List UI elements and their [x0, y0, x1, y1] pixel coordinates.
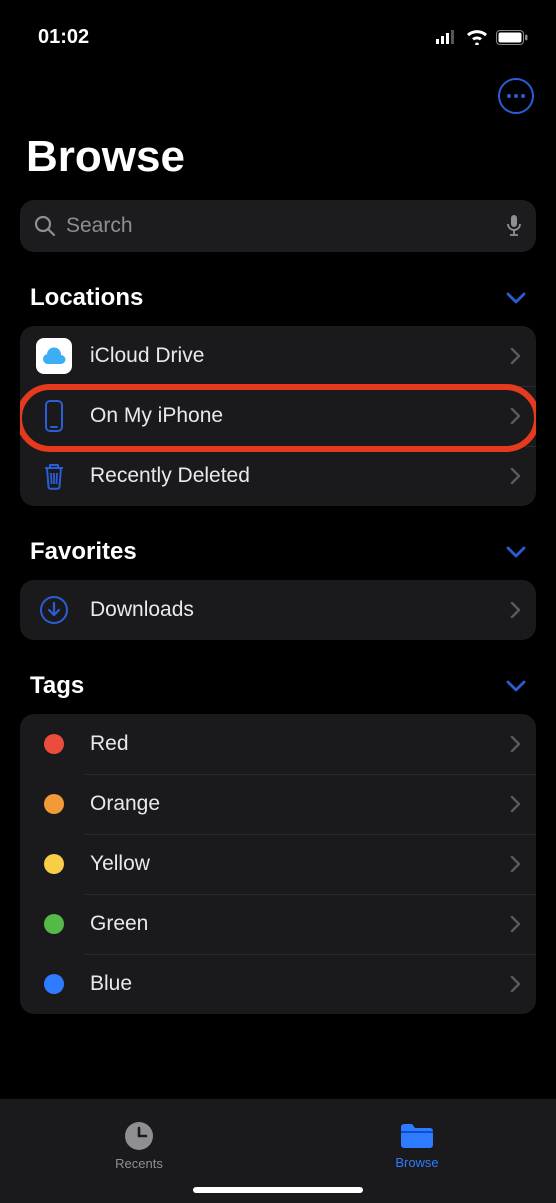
row-label: Recently Deleted — [90, 464, 492, 488]
tags-section: Tags Red Orange Yellow Green Blue — [0, 672, 556, 1014]
tag-dot-icon — [44, 854, 64, 874]
iphone-icon — [36, 398, 72, 434]
row-label: On My iPhone — [90, 404, 492, 428]
tag-dot-icon — [44, 794, 64, 814]
locations-title: Locations — [30, 284, 143, 312]
locations-header[interactable]: Locations — [20, 284, 536, 326]
chevron-down-icon — [506, 546, 526, 558]
ellipsis-icon — [507, 94, 525, 98]
row-label: Downloads — [90, 598, 492, 622]
chevron-right-icon — [510, 467, 520, 485]
clock-icon — [123, 1120, 155, 1152]
tag-dot-icon — [44, 974, 64, 994]
page-title: Browse — [0, 114, 556, 192]
row-label: Yellow — [90, 852, 492, 876]
icloud-icon — [36, 338, 72, 374]
chevron-right-icon — [510, 975, 520, 993]
microphone-icon[interactable] — [506, 215, 522, 237]
cellular-icon — [436, 30, 458, 44]
row-label: iCloud Drive — [90, 344, 492, 368]
tags-title: Tags — [30, 672, 84, 700]
tag-orange[interactable]: Orange — [20, 774, 536, 834]
tags-header[interactable]: Tags — [20, 672, 536, 714]
locations-section: Locations iCloud Drive On My iPhone — [0, 284, 556, 506]
chevron-right-icon — [510, 601, 520, 619]
favorites-title: Favorites — [30, 538, 137, 566]
trash-icon — [36, 458, 72, 494]
tag-dot-icon — [44, 734, 64, 754]
search-input[interactable] — [66, 214, 496, 238]
favorite-downloads[interactable]: Downloads — [20, 580, 536, 640]
tag-dot-icon — [44, 914, 64, 934]
tab-label: Browse — [395, 1155, 438, 1170]
tag-red[interactable]: Red — [20, 714, 536, 774]
status-bar: 01:02 — [0, 0, 556, 56]
favorites-header[interactable]: Favorites — [20, 538, 536, 580]
chevron-right-icon — [510, 347, 520, 365]
tag-green[interactable]: Green — [20, 894, 536, 954]
row-label: Red — [90, 732, 492, 756]
search-icon — [34, 215, 56, 237]
tab-label: Recents — [115, 1156, 163, 1171]
tag-yellow[interactable]: Yellow — [20, 834, 536, 894]
row-label: Blue — [90, 972, 492, 996]
location-icloud-drive[interactable]: iCloud Drive — [20, 326, 536, 386]
search-bar[interactable] — [20, 200, 536, 252]
chevron-right-icon — [510, 915, 520, 933]
status-time: 01:02 — [38, 26, 89, 49]
chevron-right-icon — [510, 855, 520, 873]
location-on-my-iphone[interactable]: On My iPhone — [20, 386, 536, 446]
chevron-down-icon — [506, 680, 526, 692]
row-label: Orange — [90, 792, 492, 816]
status-indicators — [436, 29, 528, 45]
chevron-right-icon — [510, 407, 520, 425]
home-indicator[interactable] — [193, 1187, 363, 1193]
tag-blue[interactable]: Blue — [20, 954, 536, 1014]
download-icon — [36, 592, 72, 628]
folder-icon — [399, 1121, 435, 1151]
more-options-button[interactable] — [498, 78, 534, 114]
wifi-icon — [466, 29, 488, 45]
chevron-right-icon — [510, 735, 520, 753]
battery-icon — [496, 30, 528, 45]
favorites-section: Favorites Downloads — [0, 538, 556, 640]
chevron-down-icon — [506, 292, 526, 304]
chevron-right-icon — [510, 795, 520, 813]
row-label: Green — [90, 912, 492, 936]
location-recently-deleted[interactable]: Recently Deleted — [20, 446, 536, 506]
